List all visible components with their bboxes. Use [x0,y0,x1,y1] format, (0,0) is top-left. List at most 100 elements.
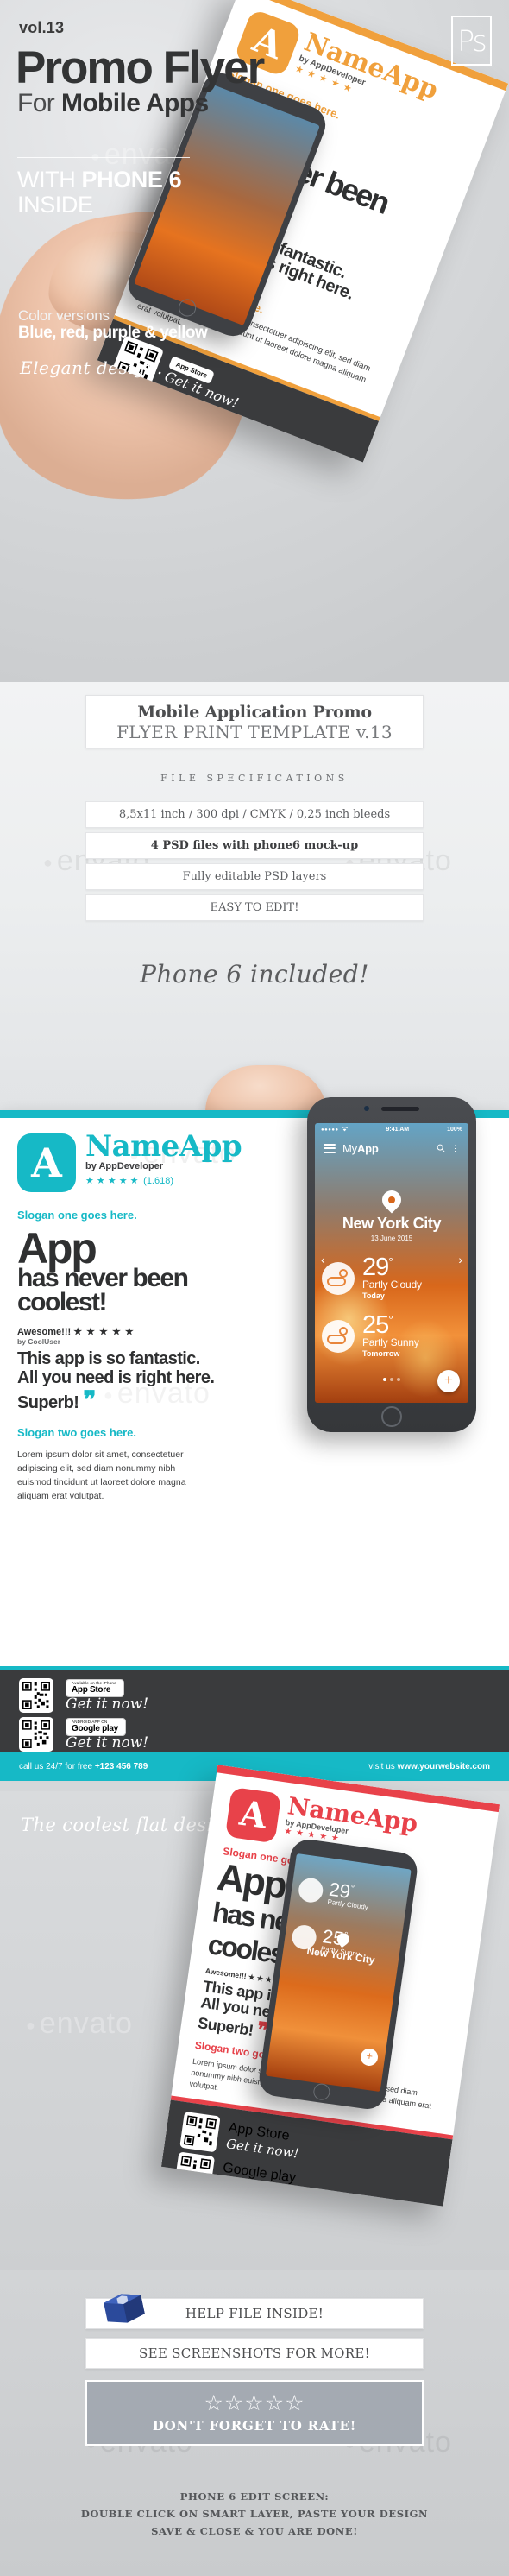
partly-cloudy-icon [322,1261,355,1295]
book-icon [104,2294,145,2323]
google-play-badge: Google play [222,2161,298,2186]
review-author: by CoolUser [17,1337,61,1347]
main-flyer-preview-section: envato envato A NameApp by AppDeveloper … [0,1065,509,1791]
partly-sunny-icon [322,1319,355,1353]
review-quote: This app is so fantastic. All you need i… [17,1349,243,1414]
phone-screen: ●●●●● 9:41 AM 100% MyApp ⋮ New York City… [315,1123,468,1403]
download-section: Available on the iPhone App Store Get it… [0,1666,509,1752]
template-title-line1: Mobile Application Promo [137,703,372,722]
instruction-line-3: SAVE & CLOSE & YOU ARE DONE! [151,2525,358,2538]
slogan-one: Slogan one goes here. [17,1209,137,1222]
template-title-box: Mobile Application Promo FLYER PRINT TEM… [85,695,424,748]
headline-line-1: App [17,1224,97,1272]
review-title: Awesome!!! [17,1327,72,1338]
preview-page: envato envato envato A NameApp by AppDev… [0,0,509,2576]
prev-arrow-icon[interactable]: ‹ [321,1253,325,1266]
instruction-line-1: PHONE 6 EDIT SCREEN: [179,2491,330,2503]
visit-us-text: visit us www.yourwebsite.com [368,1761,490,1771]
file-specifications-heading: FILE SPECIFICATIONS [160,773,349,784]
speaker-icon [381,1106,419,1111]
footer-section: envato envato HELP FILE INSIDE! SEE SCRE… [0,2270,509,2576]
city-name: New York City [342,1215,442,1232]
rating-stars-icon[interactable]: ☆☆☆☆☆ [204,2392,305,2415]
call-us-text: call us 24/7 for free +123 456 789 [19,1761,148,1771]
color-versions-value: Blue, red, purple & yellow [18,324,208,342]
phone-screen: New York City 29° Partly Cloudy 25° Part… [265,1853,412,2093]
city-header: New York City 13 June 2015 [315,1186,468,1242]
flyer-left-column: A NameApp by AppDeveloper ★ ★ ★ ★ ★ (1.6… [17,1129,243,1504]
template-title-line2: FLYER PRINT TEMPLATE v.13 [116,722,393,742]
color-versions-label: Color versions [18,307,110,324]
nav-actions: ⋮ [437,1144,460,1153]
phone-included-label: Phone 6 included! [140,960,369,988]
weather-temperature: 25° [362,1311,393,1340]
rating-stars: ★ ★ ★ ★ ★ [85,1176,139,1187]
page-subtitle: For Mobile Apps [17,89,209,117]
home-button-icon[interactable] [312,2082,331,2101]
add-button[interactable]: + [437,1370,460,1392]
qr-code [19,1717,53,1752]
hamburger-menu-icon[interactable] [324,1141,336,1155]
get-it-now-label: Get it now! [66,1695,149,1714]
spec-row: EASY TO EDIT! [85,894,424,921]
elegant-design-label: Elegant design. [20,357,163,378]
battery-level: 100% [447,1126,462,1133]
qr-code [19,1678,53,1713]
get-it-now-label: Get it now! [66,1734,149,1752]
hero-section: envato envato envato A NameApp by AppDev… [0,0,509,682]
weather-day: Today [362,1291,385,1301]
app-rating: ★ ★ ★ ★ ★ (1.618) [85,1173,242,1186]
app-store-badge[interactable]: Available on the iPhone App Store [66,1678,124,1698]
weather-description: Partly Cloudy [362,1279,422,1291]
see-screenshots-label: SEE SCREENSHOTS FOR MORE! [139,2346,370,2361]
flyer-teal: envato envato A NameApp by AppDeveloper … [0,1097,509,1781]
flyer-body: envato envato A NameApp by AppDeveloper … [0,1097,509,1666]
app-nav-bar: MyApp ⋮ [315,1135,468,1161]
review-line-1: This app is so fantastic. [17,1349,200,1369]
edit-instructions: PHONE 6 EDIT SCREEN: DOUBLE CLICK ON SMA… [0,2488,509,2540]
partly-sunny-icon [290,1923,318,1952]
status-bar: ●●●●● 9:41 AM 100% [315,1123,468,1135]
add-button[interactable]: + [359,2047,380,2068]
help-file-panel[interactable]: HELP FILE INSIDE! [85,2294,424,2329]
flyer-headline: App has never been coolest! [17,1224,243,1316]
headline-line-3: coolest! [17,1287,108,1316]
phone-bezel-top [307,1106,476,1111]
review-stars: ★ ★ ★ ★ ★ [73,1327,135,1338]
phone-mockup: ●●●●● 9:41 AM 100% MyApp ⋮ New York City… [307,1097,476,1432]
weather-row: 29° Partly Cloudy [290,1876,408,1916]
camera-icon [364,1106,369,1111]
review-line-3: Superb! [17,1393,79,1413]
google-play-badge[interactable]: ANDROID APP ON Google play [66,1717,126,1737]
see-screenshots-panel[interactable]: SEE SCREENSHOTS FOR MORE! [85,2338,424,2369]
city-date: 13 June 2015 [370,1234,413,1242]
home-button-icon[interactable] [381,1406,402,1427]
with-phone-callout: WITH PHONE 6 INSIDE [17,167,182,218]
qr-code [179,2112,221,2153]
search-icon[interactable] [437,1144,445,1152]
rating-count: (1.618) [143,1176,174,1187]
instruction-line-2: DOUBLE CLICK ON SMART LAYER, PASTE YOUR … [80,2508,429,2521]
help-file-label: HELP FILE INSIDE! [185,2306,324,2321]
review-line-2: All you need is right here. [17,1367,215,1387]
location-pin-icon [378,1186,405,1214]
review-header: Awesome!!! ★ ★ ★ ★ ★ by CoolUser [17,1326,243,1346]
weather-day: Tomorrow [362,1349,400,1359]
spec-row: 4 PSD files with phone6 mock-up [85,832,424,859]
rate-label: DON'T FORGET TO RATE! [152,2417,357,2434]
rate-panel[interactable]: ☆☆☆☆☆ DON'T FORGET TO RATE! [85,2380,424,2446]
spec-row: Fully editable PSD layers [85,863,424,890]
qr-code [173,2151,216,2194]
flyer-brand-row: A NameApp by AppDeveloper ★ ★ ★ ★ ★ (1.6… [17,1129,243,1192]
page-title: Promo Flyer [16,42,265,93]
quote-mark-icon: ❞ [83,1386,96,1414]
slogan-two: Slogan two goes here. [17,1425,136,1439]
more-icon[interactable]: ⋮ [451,1144,460,1153]
appstore-download-row: Available on the iPhone App Store Get it… [19,1678,509,1713]
app-name: NameApp [85,1129,242,1164]
specifications-section: envato envato Mobile Application Promo F… [0,682,509,1070]
app-icon: A [224,1786,282,1844]
photoshop-badge-icon: Ps [451,16,492,66]
signal-dots-icon: ●●●●● [321,1126,349,1133]
next-arrow-icon[interactable]: › [458,1253,462,1266]
